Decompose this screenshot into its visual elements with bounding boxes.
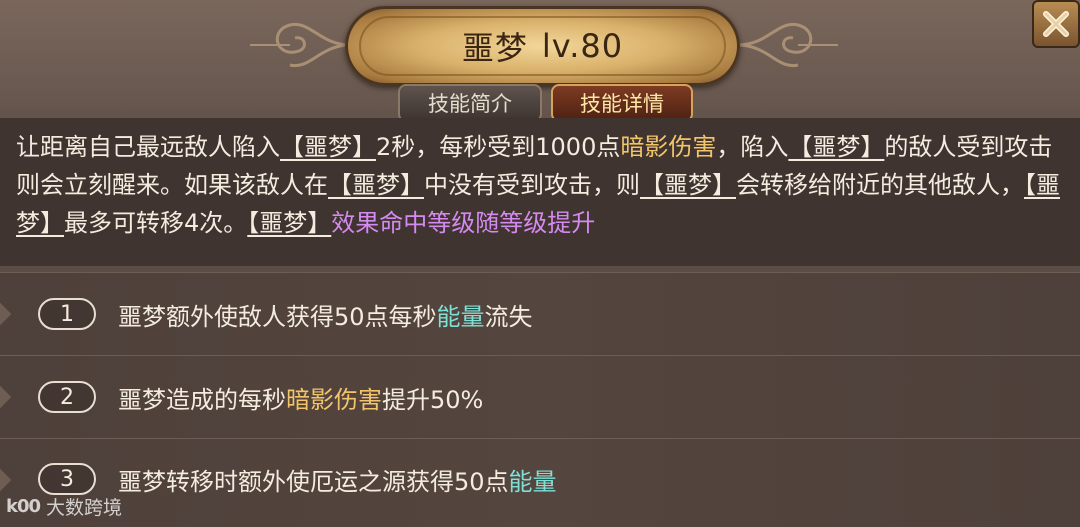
upgrade-text-part: 流失	[484, 303, 533, 331]
desc-text: 中没有受到攻击，则	[424, 171, 640, 199]
upgrade-number-badge: 3	[38, 463, 96, 495]
nightmare-keyword[interactable]: 【噩梦】	[328, 171, 424, 199]
desc-text: ，陷入	[716, 133, 789, 161]
watermark-logo: k00	[6, 496, 41, 517]
skill-description-box: 让距离自己最远敌人陷入【噩梦】2秒，每秒受到1000点暗影伤害，陷入【噩梦】的敌…	[0, 118, 1080, 266]
upgrade-row-1: 1 噩梦额外使敌人获得50点每秒能量流失	[0, 272, 1080, 355]
tab-skill-intro[interactable]: 技能简介	[398, 84, 542, 122]
upgrade-row-2: 2 噩梦造成的每秒暗影伤害提升50%	[0, 355, 1080, 438]
upgrade-row-3: 3 噩梦转移时额外使厄运之源获得50点能量	[0, 438, 1080, 527]
energy-keyword: 能量	[436, 303, 485, 331]
row-marker-icon	[0, 385, 12, 409]
close-icon	[1043, 11, 1069, 37]
row-marker-icon	[0, 468, 12, 492]
desc-text: 2秒，每秒受到1000点	[376, 133, 621, 161]
nightmare-keyword[interactable]: 【噩梦】	[280, 133, 376, 161]
row-marker-icon	[0, 302, 12, 326]
skill-description: 让距离自己最远敌人陷入【噩梦】2秒，每秒受到1000点暗影伤害，陷入【噩梦】的敌…	[16, 128, 1066, 242]
shadow-damage-keyword: 暗影伤害	[286, 386, 382, 414]
nightmare-keyword[interactable]: 【噩梦】	[788, 133, 884, 161]
desc-text: 让距离自己最远敌人陷入	[16, 133, 280, 161]
effect-hit-text: 效果命中等级随等级提升	[331, 209, 596, 237]
watermark-text: 大数跨境	[46, 497, 123, 519]
close-button[interactable]	[1032, 0, 1080, 48]
desc-text: 最多可转移4次。	[64, 209, 248, 237]
upgrade-text: 噩梦额外使敌人获得50点每秒能量流失	[118, 297, 533, 332]
scroll-ornament-left-icon	[250, 22, 350, 68]
skill-name: 噩梦	[461, 29, 528, 67]
shadow-damage-keyword: 暗影伤害	[620, 133, 717, 161]
upgrade-text: 噩梦转移时额外使厄运之源获得50点能量	[118, 462, 557, 497]
scroll-ornament-right-icon	[738, 22, 838, 68]
nightmare-keyword[interactable]: 【噩梦】	[247, 209, 331, 237]
watermark: k00 大数跨境	[6, 493, 122, 520]
skill-level: lv.80	[541, 27, 624, 65]
skill-panel: 噩梦 lv.80 技能简介 技能详情 让距离自己最远敌人陷入【噩梦】2秒，每秒受…	[0, 0, 1080, 527]
desc-text: 会转移给附近的其他敌人，	[736, 171, 1024, 199]
tab-skill-detail[interactable]: 技能详情	[551, 84, 693, 122]
nightmare-keyword[interactable]: 【噩梦】	[640, 171, 736, 199]
skill-title: 噩梦 lv.80	[345, 6, 740, 86]
upgrade-text-part: 噩梦造成的每秒	[118, 386, 286, 414]
upgrade-number-badge: 1	[38, 298, 96, 330]
energy-keyword: 能量	[508, 468, 557, 496]
upgrade-text-part: 噩梦转移时额外使厄运之源获得50点	[118, 468, 509, 496]
upgrade-text-part: 提升50%	[382, 386, 484, 414]
upgrade-number-badge: 2	[38, 381, 96, 413]
upgrade-text: 噩梦造成的每秒暗影伤害提升50%	[118, 380, 483, 415]
upgrade-text-part: 噩梦额外使敌人获得50点每秒	[118, 303, 437, 331]
